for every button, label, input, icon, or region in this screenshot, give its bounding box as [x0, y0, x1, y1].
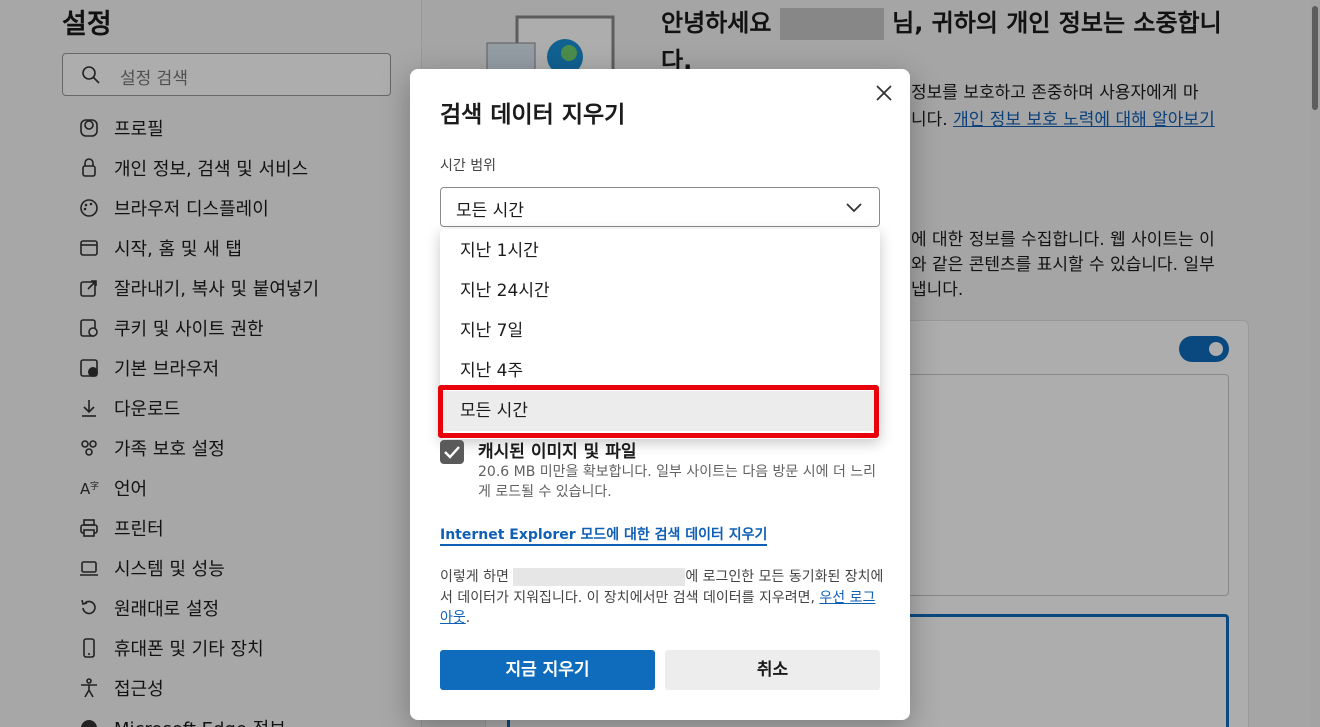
chevron-down-icon: [846, 203, 862, 213]
option-last-hour[interactable]: 지난 1시간: [440, 231, 880, 271]
cancel-button[interactable]: 취소: [665, 650, 880, 690]
check-icon: [444, 446, 460, 459]
selection-highlight: [438, 385, 879, 438]
time-range-select[interactable]: 모든 시간: [440, 187, 880, 227]
sync-note: 이렇게 하면 에 로그인한 모든 동기화된 장치에서 데이터가 지워집니다. 이…: [440, 568, 884, 626]
ie-mode-clear-link[interactable]: Internet Explorer 모드에 대한 검색 데이터 지우기: [440, 526, 768, 546]
option-last-24-hours[interactable]: 지난 24시간: [440, 271, 880, 311]
cached-images-description: 20.6 MB 미만을 확보합니다. 일부 사이트는 다음 방문 시에 더 느리…: [478, 464, 877, 500]
cached-images-checkbox[interactable]: [440, 440, 464, 464]
time-range-value: 모든 시간: [456, 201, 524, 221]
dialog-title: 검색 데이터 지우기: [440, 102, 626, 128]
cached-images-label: 캐시된 이미지 및 파일: [478, 442, 637, 462]
redacted-account: [513, 568, 686, 586]
time-range-label: 시간 범위: [440, 158, 496, 174]
close-icon[interactable]: [872, 81, 896, 105]
option-last-7-days[interactable]: 지난 7일: [440, 311, 880, 351]
clear-now-button[interactable]: 지금 지우기: [440, 650, 655, 690]
